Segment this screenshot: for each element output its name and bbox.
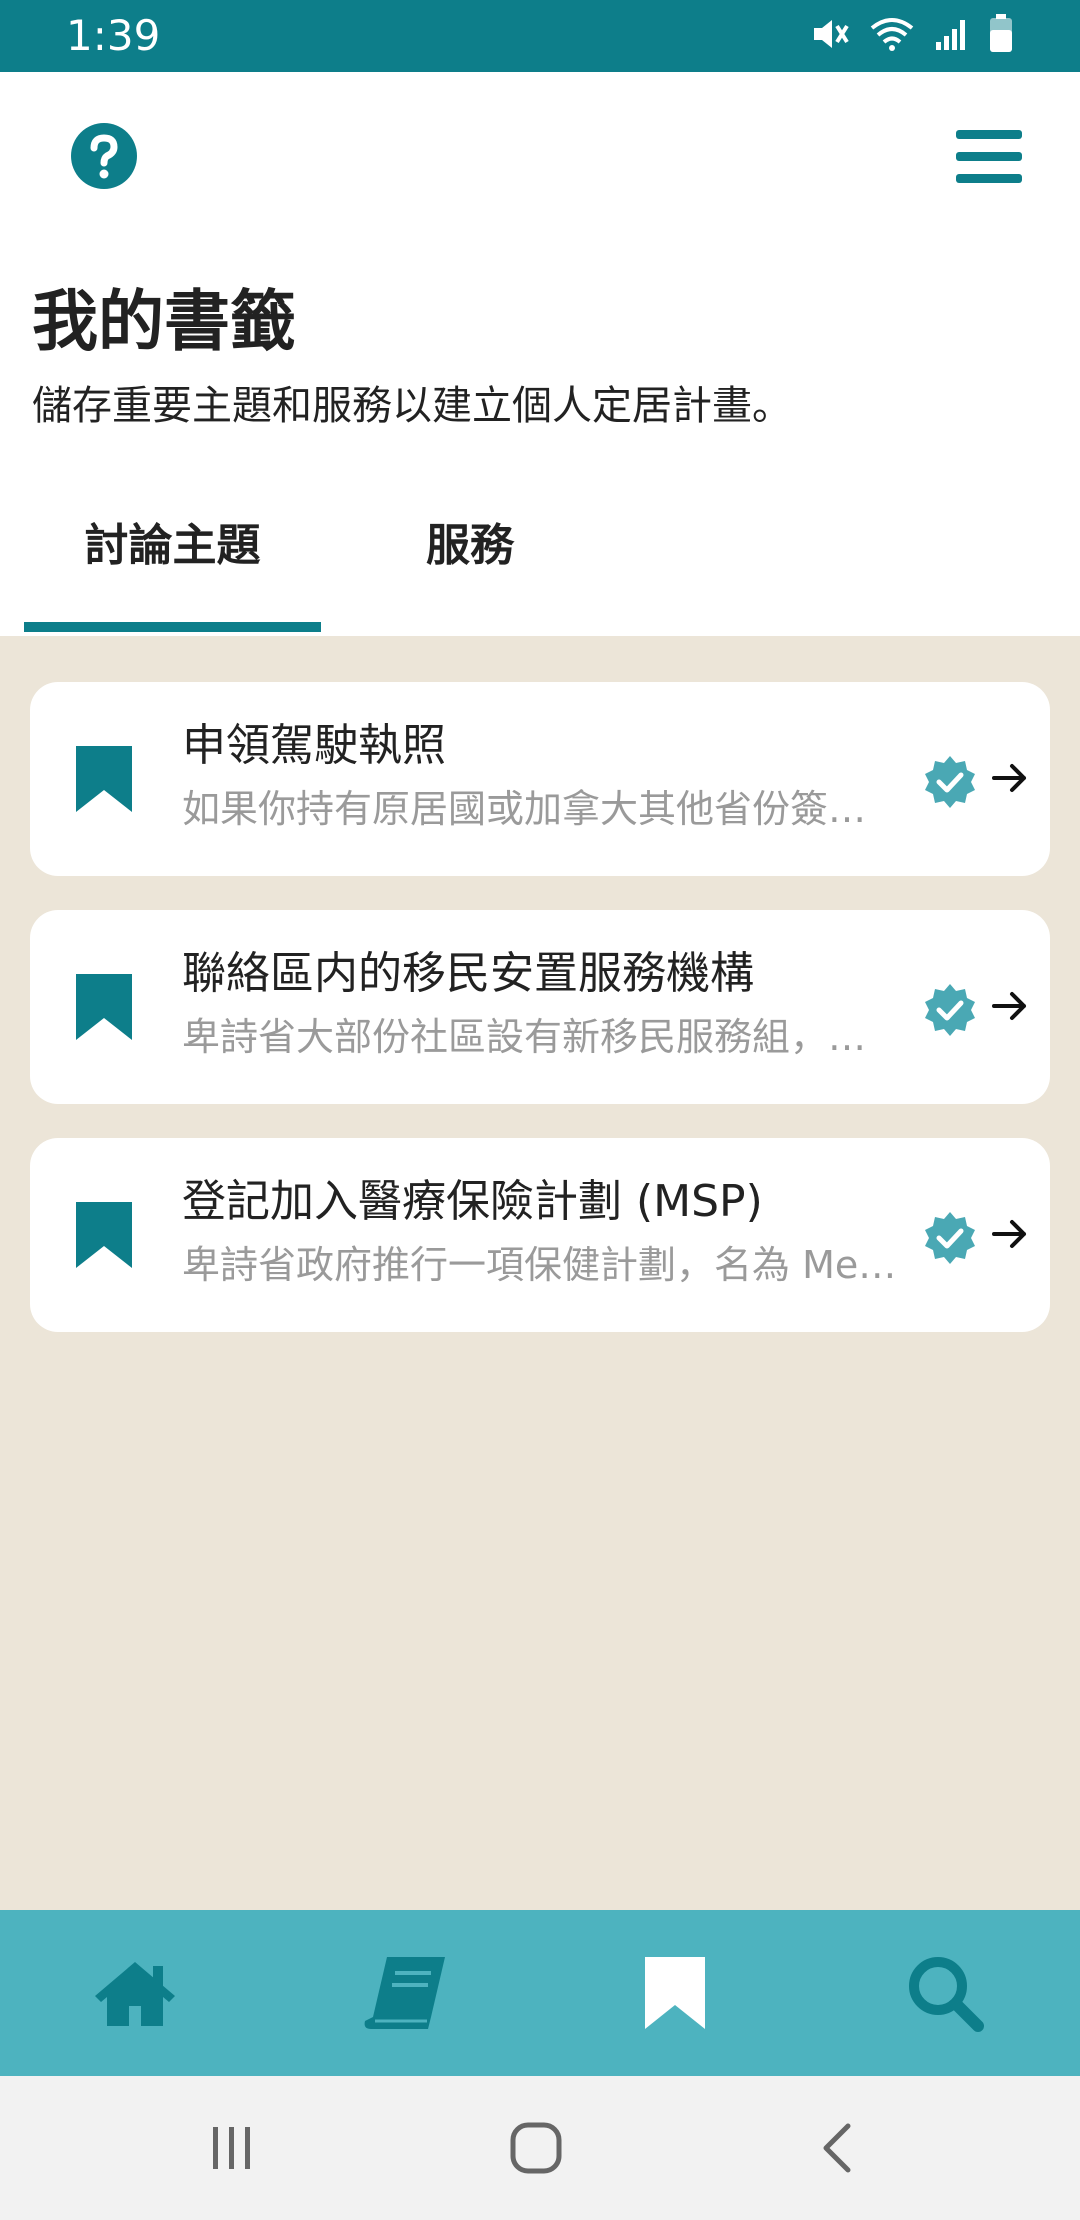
bookmark-title: 登記加入醫療保險計劃 (MSP) [182, 1176, 763, 1227]
bookmark-description: 卑詩省大部份社區設有新移民服務組，… [182, 1015, 867, 1059]
signal-icon [934, 16, 970, 52]
status-icons [810, 14, 1014, 54]
recent-apps-icon [207, 2123, 257, 2177]
tab-services[interactable]: 服務 [330, 512, 610, 580]
verified-badge-icon [922, 982, 978, 1042]
system-back-button[interactable] [808, 2120, 868, 2180]
battery-icon [988, 14, 1014, 54]
nav-bookmarks[interactable] [630, 1950, 720, 2040]
bookmark-icon[interactable] [76, 1202, 132, 1272]
home-icon [93, 1958, 177, 2032]
bookmark-description: 如果你持有原居國或加拿大其他省份簽… [182, 787, 867, 831]
back-icon [818, 2122, 858, 2178]
bookmark-description: 卑詩省政府推行一項保健計劃，名為 Me… [182, 1243, 897, 1287]
bookmark-card[interactable]: 聯絡區内的移民安置服務機構 卑詩省大部份社區設有新移民服務組，… [30, 910, 1050, 1104]
arrow-right-icon[interactable] [990, 1214, 1030, 1258]
book-icon [363, 1955, 447, 2035]
bottom-nav [0, 1910, 1080, 2076]
arrow-right-icon[interactable] [990, 986, 1030, 1030]
wifi-icon [868, 16, 916, 52]
status-time: 1:39 [66, 11, 161, 60]
verified-badge-icon [922, 754, 978, 814]
nav-home[interactable] [90, 1950, 180, 2040]
recent-apps-button[interactable] [202, 2120, 262, 2180]
nav-topics[interactable] [360, 1950, 450, 2040]
bookmark-card[interactable]: 申領駕駛執照 如果你持有原居國或加拿大其他省份簽… [30, 682, 1050, 876]
menu-button[interactable] [956, 128, 1022, 184]
page-subtitle: 儲存重要主題和服務以建立個人定居計畫。 [32, 383, 792, 429]
bookmark-title: 聯絡區内的移民安置服務機構 [182, 948, 754, 999]
hamburger-menu-icon [956, 130, 1022, 188]
search-icon [905, 1953, 985, 2037]
bookmark-icon[interactable] [76, 746, 132, 816]
arrow-right-icon[interactable] [990, 758, 1030, 802]
bookmark-card[interactable]: 登記加入醫療保險計劃 (MSP) 卑詩省政府推行一項保健計劃，名為 Me… [30, 1138, 1050, 1332]
question-circle-icon [70, 123, 138, 194]
bookmark-title: 申領駕駛執照 [182, 720, 446, 771]
system-nav-bar [0, 2076, 1080, 2220]
system-home-button[interactable] [506, 2120, 566, 2180]
bookmark-list: 申領駕駛執照 如果你持有原居國或加拿大其他省份簽… 聯絡區内的移民安置服務機構 … [0, 636, 1080, 1910]
verified-badge-icon [922, 1210, 978, 1270]
nav-search[interactable] [900, 1950, 990, 2040]
mute-icon [810, 16, 850, 52]
bookmark-icon [645, 1957, 705, 2033]
page-title: 我的書籤 [32, 283, 296, 360]
tab-topics[interactable]: 討論主題 [24, 512, 321, 580]
home-circle-icon [510, 2122, 562, 2178]
bookmark-icon[interactable] [76, 974, 132, 1044]
help-button[interactable] [70, 122, 138, 190]
status-bar: 1:39 [0, 0, 1080, 72]
header: 我的書籤 儲存重要主題和服務以建立個人定居計畫。 討論主題 服務 [0, 72, 1080, 636]
active-tab-indicator [24, 622, 321, 632]
